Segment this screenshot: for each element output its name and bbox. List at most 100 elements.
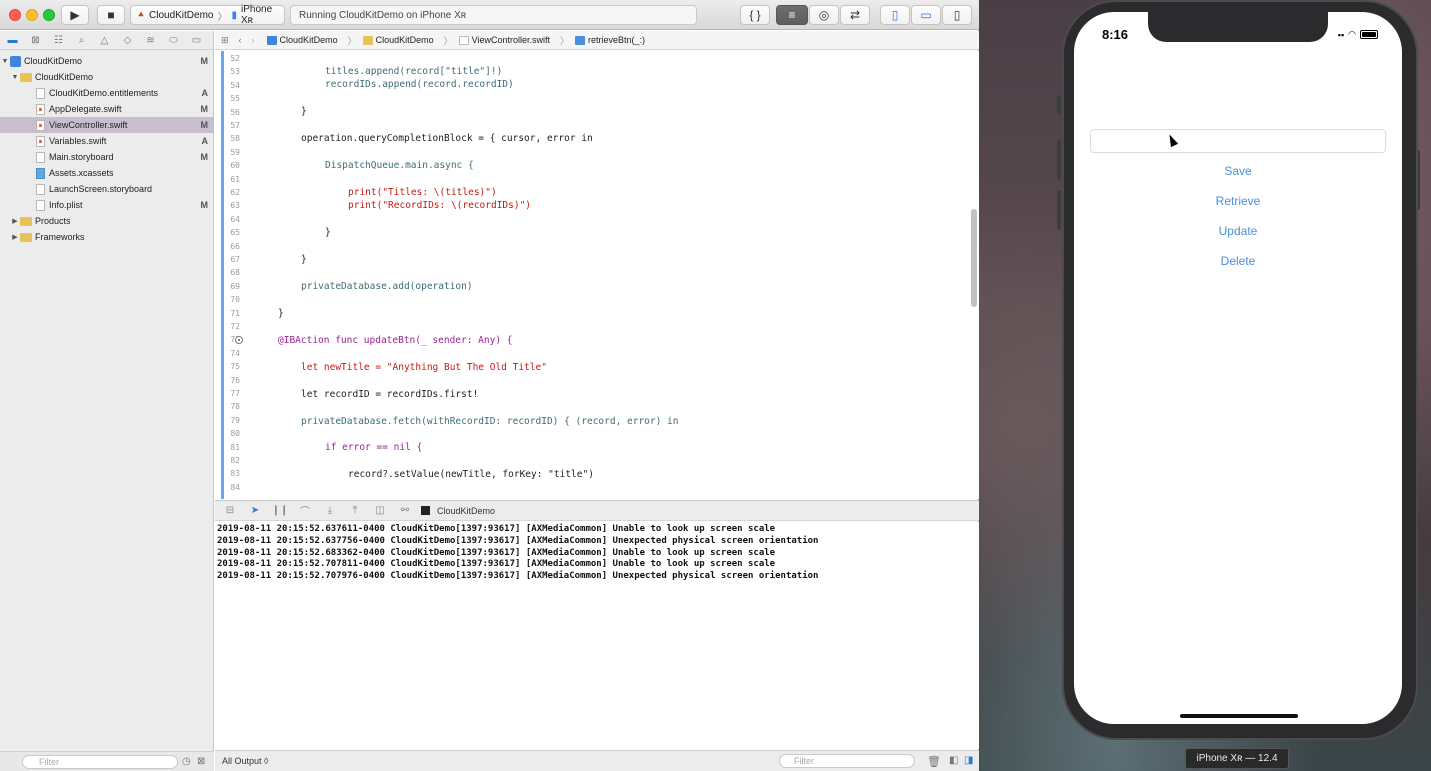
warning-icon[interactable]: △ bbox=[96, 33, 113, 48]
line-number: 81 bbox=[230, 442, 240, 452]
disclosure-open-icon[interactable]: ▼ bbox=[0, 58, 10, 65]
disclosure-closed-icon[interactable]: ▶ bbox=[10, 233, 20, 241]
source-editor[interactable]: 52 53 54 55 56 57 58 59 60 61 62 63 64 65 66 67 68 69 70 71… bbox=[215, 51, 979, 499]
jumpbar-symbol[interactable]: retrieveBtn(_:) bbox=[575, 35, 645, 45]
library-button[interactable]: { } bbox=[740, 5, 770, 25]
disclosure-closed-icon[interactable]: ▶ bbox=[10, 217, 20, 225]
source-control-icon[interactable]: ⊠ bbox=[27, 33, 44, 48]
back-arrow-icon[interactable]: ‹ bbox=[239, 35, 242, 45]
nav-item-products[interactable]: ▶ Products bbox=[0, 213, 214, 229]
breakpoints-toggle-icon[interactable]: ➤ bbox=[246, 505, 264, 516]
editor-scrollbar[interactable] bbox=[971, 209, 977, 307]
split-right-icon[interactable]: ◨ bbox=[964, 755, 973, 766]
toggle-inspector-button[interactable]: ▯ bbox=[942, 5, 972, 25]
line-number: 82 bbox=[230, 456, 240, 465]
title-text-field[interactable] bbox=[1090, 129, 1386, 153]
window-minimize-button[interactable] bbox=[26, 9, 38, 21]
console-filter-input[interactable]: Filter bbox=[779, 754, 915, 768]
toggle-navigator-button[interactable]: ▯ bbox=[880, 5, 910, 25]
nav-item-label: Main.storyboard bbox=[49, 152, 114, 162]
jumpbar-group[interactable]: CloudKitDemo bbox=[362, 35, 434, 45]
line-number: 56 bbox=[230, 107, 240, 117]
search-icon[interactable]: ⌕ bbox=[73, 33, 90, 48]
assistant-editor-button[interactable]: ◎ bbox=[809, 5, 839, 25]
toggle-debug-area-button[interactable]: ▭ bbox=[911, 5, 941, 25]
venn-icon: ◎ bbox=[818, 8, 830, 22]
recent-icon[interactable]: ◷ bbox=[182, 756, 191, 767]
scm-filter-icon[interactable]: ⊠ bbox=[197, 756, 205, 767]
nav-item-project[interactable]: ▼ CloudKitDemo M bbox=[0, 53, 214, 69]
split-left-icon[interactable]: ◧ bbox=[949, 755, 958, 766]
output-selector[interactable]: All Output ◊ bbox=[222, 756, 268, 766]
volume-up-button[interactable] bbox=[1057, 140, 1061, 180]
nav-item-label: CloudKitDemo.entitlements bbox=[49, 88, 159, 98]
stop-button[interactable]: ■ bbox=[97, 5, 125, 25]
test-icon[interactable]: ◇ bbox=[119, 33, 136, 48]
jumpbar-project[interactable]: CloudKitDemo bbox=[266, 35, 338, 45]
filter-placeholder: Filter bbox=[794, 756, 814, 766]
debug-target-label: CloudKitDemo bbox=[437, 505, 496, 516]
nav-item-viewcontroller[interactable]: ViewController.swift M bbox=[0, 117, 214, 133]
nav-item-infoplist[interactable]: Info.plist M bbox=[0, 197, 214, 213]
line-number: 66 bbox=[230, 241, 240, 251]
window-zoom-button[interactable] bbox=[43, 9, 55, 21]
forward-arrow-icon[interactable]: › bbox=[252, 35, 255, 45]
step-into-icon[interactable]: ⤓ bbox=[321, 505, 339, 516]
debug-bar: ⊟ ➤ ❙❙ ⌒ ⤓ ⤒ ◫ ⚯ CloudKitDemo bbox=[215, 500, 979, 521]
nav-item-main-storyboard[interactable]: Main.storyboard M bbox=[0, 149, 214, 165]
volume-down-button[interactable] bbox=[1057, 190, 1061, 230]
wifi-icon: ◠ bbox=[1348, 29, 1356, 39]
symbol-icon[interactable]: ☷ bbox=[50, 33, 67, 48]
debug-icon[interactable]: ≋ bbox=[142, 33, 159, 48]
report-icon[interactable]: ▭ bbox=[188, 33, 205, 48]
hide-debug-area-icon[interactable]: ⊟ bbox=[221, 505, 239, 516]
nav-item-entitlements[interactable]: CloudKitDemo.entitlements A bbox=[0, 85, 214, 101]
swift-file-icon bbox=[458, 35, 469, 45]
code-line-65: } bbox=[325, 227, 331, 238]
nav-item-appdelegate[interactable]: AppDelegate.swift M bbox=[0, 101, 214, 117]
pause-icon[interactable]: ❙❙ bbox=[271, 505, 289, 516]
swift-file-icon bbox=[36, 135, 45, 147]
jumpbar-file[interactable]: ViewController.swift bbox=[458, 35, 550, 45]
related-items-icon[interactable]: ⊞ bbox=[221, 35, 229, 46]
trash-icon[interactable]: 🗑 bbox=[927, 755, 941, 768]
update-button[interactable]: Update bbox=[1074, 224, 1402, 238]
line-number: 71 bbox=[230, 308, 240, 318]
delete-button[interactable]: Delete bbox=[1074, 254, 1402, 268]
navigator-filter-input[interactable]: Filter bbox=[22, 755, 178, 769]
stop-icon: ■ bbox=[107, 8, 115, 22]
plist-file-icon bbox=[36, 199, 45, 211]
step-over-icon[interactable]: ⌒ bbox=[296, 503, 314, 518]
save-button[interactable]: Save bbox=[1074, 164, 1402, 178]
line-number-gutter[interactable]: 52 53 54 55 56 57 58 59 60 61 62 63 64 65 66 67 68 69 70 71… bbox=[215, 51, 249, 499]
console-footer: All Output ◊ Filter 🗑 ◧ ◨ bbox=[215, 750, 979, 771]
standard-editor-button[interactable]: ≡ bbox=[776, 5, 808, 25]
nav-item-variables[interactable]: Variables.swift A bbox=[0, 133, 214, 149]
line-number: 70 bbox=[230, 295, 240, 305]
view-debugger-icon[interactable]: ◫ bbox=[371, 505, 389, 516]
version-editor-button[interactable]: ⇄ bbox=[840, 5, 870, 25]
simulator-device-label: iPhone Xʀ — 12.4 bbox=[1185, 748, 1289, 769]
console-output[interactable]: 2019-08-11 20:15:52.637611-0400 CloudKit… bbox=[215, 522, 979, 749]
ibaction-connection-icon[interactable] bbox=[235, 336, 243, 344]
nav-item-frameworks[interactable]: ▶ Frameworks bbox=[0, 229, 214, 245]
breakpoint-icon[interactable]: ⬭ bbox=[165, 33, 182, 48]
line-number: 72 bbox=[230, 322, 240, 331]
nav-item-assets[interactable]: Assets.xcassets bbox=[0, 165, 214, 181]
run-button[interactable]: ▶ bbox=[61, 5, 89, 25]
signal-icon: ▪▪ bbox=[1337, 29, 1345, 40]
nav-item-group[interactable]: ▼ CloudKitDemo bbox=[0, 69, 214, 85]
memory-graph-icon[interactable]: ⚯ bbox=[396, 505, 414, 516]
window-close-button[interactable] bbox=[9, 9, 21, 21]
line-number: 63 bbox=[230, 201, 240, 211]
disclosure-open-icon[interactable]: ▼ bbox=[10, 74, 20, 81]
folder-icon[interactable]: ▬ bbox=[4, 33, 21, 48]
scheme-selector[interactable]: ⯅ CloudKitDemo 〉 ▮ iPhone Xʀ bbox=[130, 4, 285, 26]
device-icon: ▮ bbox=[231, 9, 237, 21]
iphone-screen[interactable]: 8:16 ▪▪ ◠ Save Retrieve Update Delete bbox=[1074, 12, 1402, 724]
step-out-icon[interactable]: ⤒ bbox=[346, 505, 364, 516]
retrieve-button[interactable]: Retrieve bbox=[1074, 194, 1402, 208]
nav-item-launchscreen[interactable]: LaunchScreen.storyboard bbox=[0, 181, 214, 197]
home-indicator[interactable] bbox=[1180, 714, 1298, 718]
code-line-54: recordIDs.append(record.recordID) bbox=[325, 79, 514, 90]
